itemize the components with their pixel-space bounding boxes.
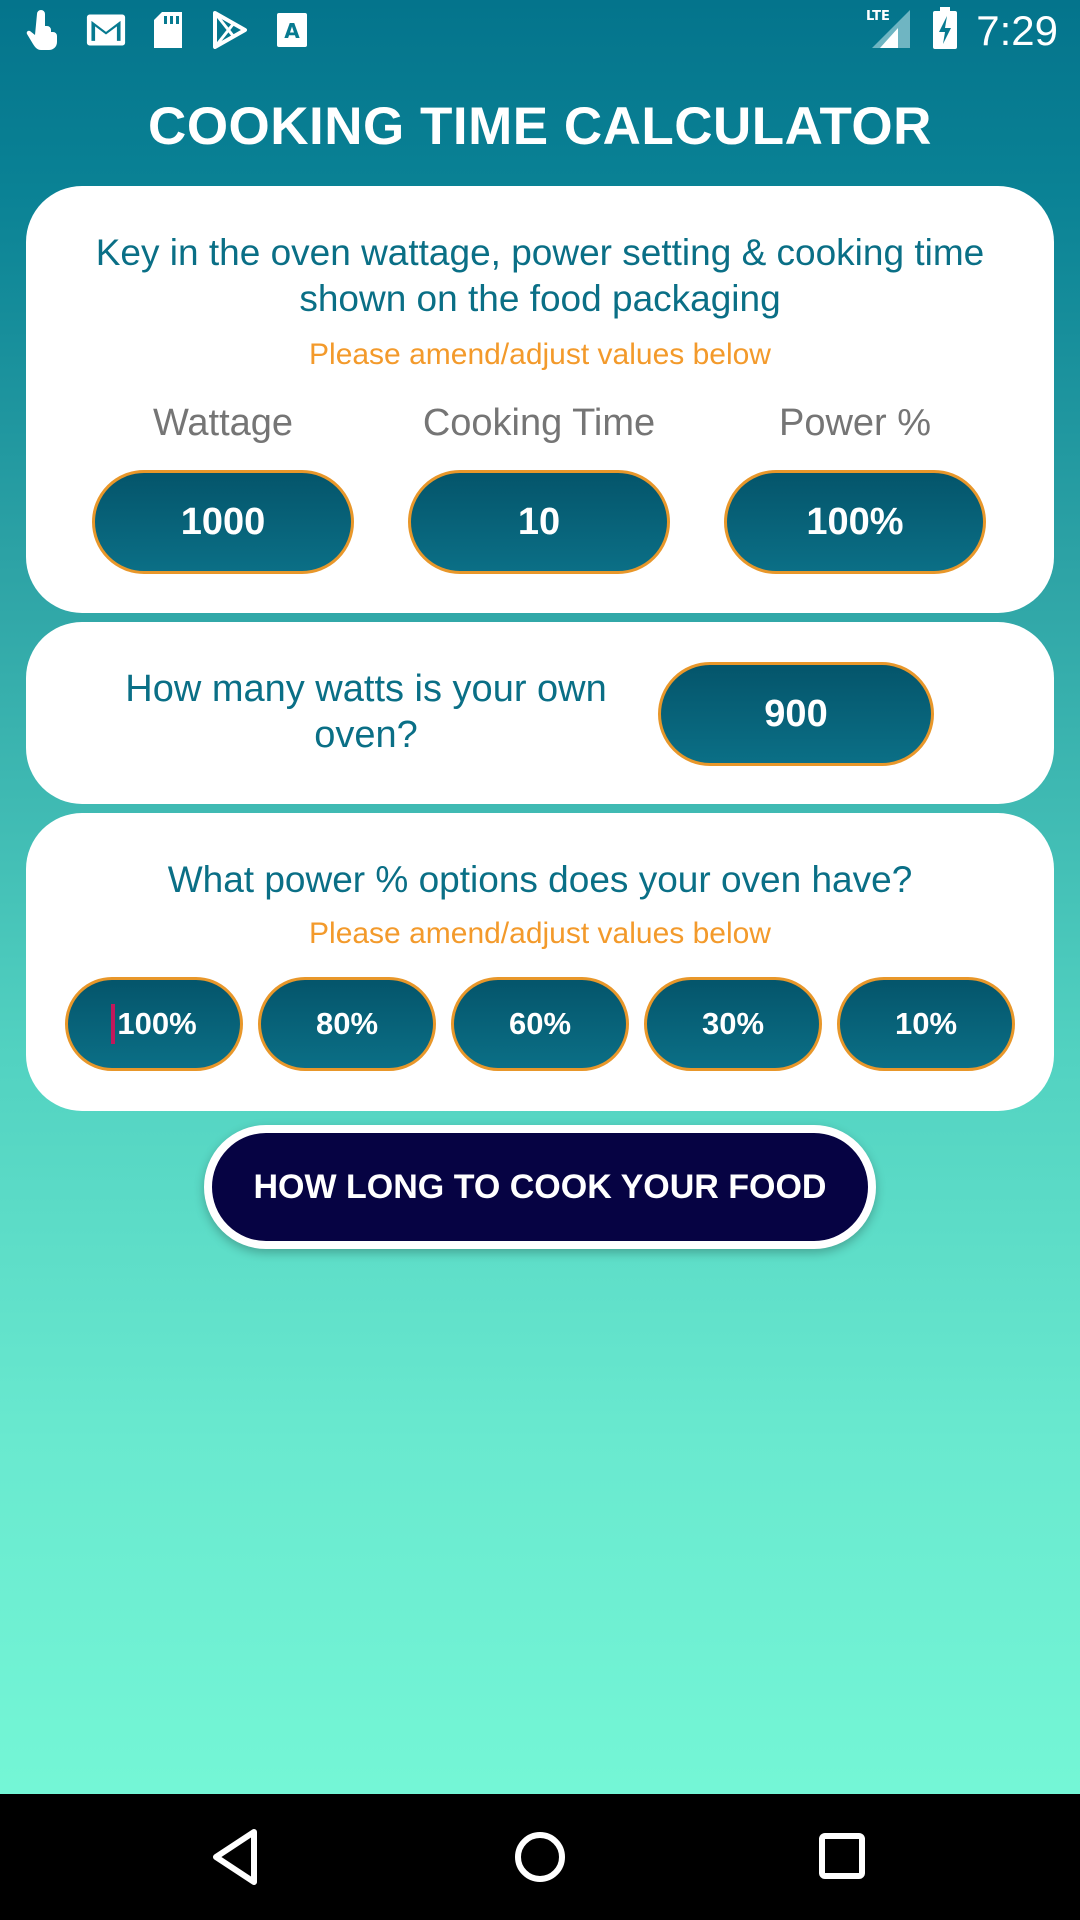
navigation-bar bbox=[0, 1794, 1080, 1920]
power-option-input-5[interactable]: 10% bbox=[837, 977, 1015, 1071]
gmail-icon bbox=[86, 10, 126, 50]
touch-icon bbox=[24, 10, 64, 50]
power-option-input-1[interactable]: 100% bbox=[65, 977, 243, 1071]
power-options-heading: What power % options does your oven have… bbox=[167, 859, 913, 900]
power-option-input-3[interactable]: 60% bbox=[451, 977, 629, 1071]
recents-icon[interactable] bbox=[808, 1822, 878, 1892]
power-option-value: 100% bbox=[117, 1006, 197, 1041]
text-cursor bbox=[111, 1004, 116, 1044]
packaging-heading: Key in the oven wattage, power setting &… bbox=[95, 232, 985, 319]
status-bar: A LTE 7:29 bbox=[0, 0, 1080, 64]
power-options-card: What power % options does your oven have… bbox=[26, 813, 1054, 1111]
packaging-values-card: Key in the oven wattage, power setting &… bbox=[26, 186, 1054, 613]
sd-card-icon bbox=[148, 10, 188, 50]
back-icon[interactable] bbox=[202, 1822, 272, 1892]
font-app-icon: A bbox=[272, 10, 312, 50]
svg-text:A: A bbox=[284, 19, 300, 43]
power-percent-input[interactable]: 100% bbox=[724, 470, 986, 574]
cooking-time-input[interactable]: 10 bbox=[408, 470, 670, 574]
packaging-hint: Please amend/adjust values below bbox=[309, 338, 771, 371]
own-oven-card: How many watts is your own oven? 900 bbox=[26, 622, 1054, 804]
power-option-input-2[interactable]: 80% bbox=[258, 977, 436, 1071]
power-options-hint: Please amend/adjust values below bbox=[309, 917, 771, 950]
power-percent-label: Power % bbox=[778, 402, 932, 444]
home-icon[interactable] bbox=[505, 1822, 575, 1892]
page-title: COOKING TIME CALCULATOR bbox=[148, 97, 932, 156]
network-type-label: LTE bbox=[866, 9, 890, 24]
calculate-button[interactable]: HOW LONG TO COOK YOUR FOOD bbox=[204, 1125, 876, 1249]
clock: 7:29 bbox=[976, 6, 1058, 54]
cooking-time-label: Cooking Time bbox=[422, 402, 656, 444]
battery-charging-icon bbox=[932, 6, 958, 55]
lte-signal-icon: LTE bbox=[864, 6, 914, 55]
play-store-icon bbox=[210, 10, 250, 50]
power-option-input-4[interactable]: 30% bbox=[644, 977, 822, 1071]
own-oven-question: How many watts is your own oven? bbox=[125, 668, 607, 756]
system-status: LTE 7:29 bbox=[864, 6, 1058, 55]
notification-icons: A bbox=[24, 10, 312, 50]
wattage-input[interactable]: 1000 bbox=[92, 470, 354, 574]
own-oven-wattage-input[interactable]: 900 bbox=[658, 662, 934, 766]
wattage-label: Wattage bbox=[152, 402, 294, 444]
